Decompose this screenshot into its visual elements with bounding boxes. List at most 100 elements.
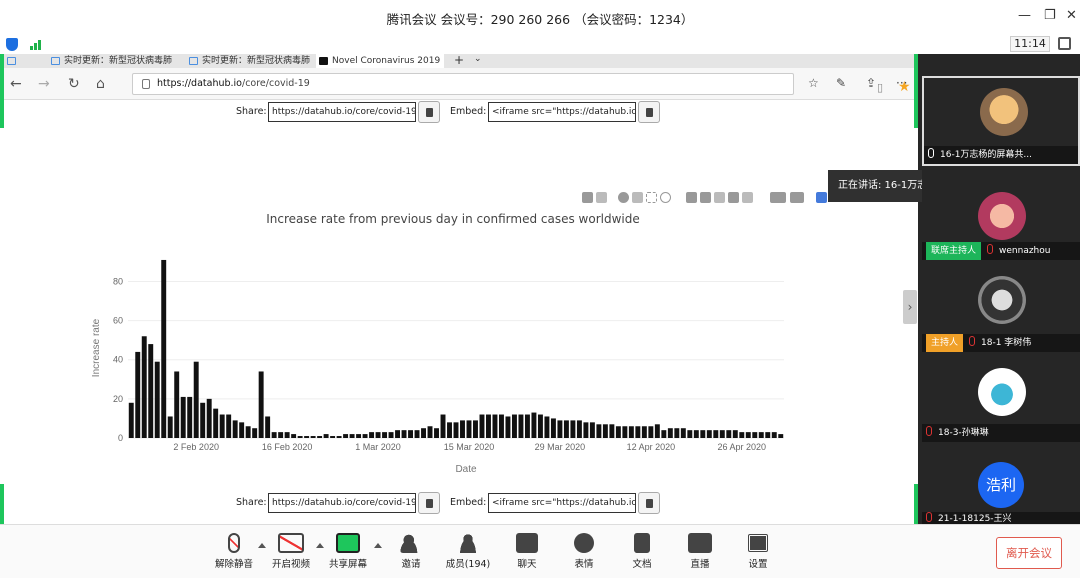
settings-button[interactable]: 设置 [734, 533, 782, 570]
y-tick-label: 80 [113, 276, 123, 286]
pan-icon[interactable] [632, 192, 643, 203]
share-options-caret[interactable] [374, 543, 382, 548]
security-shield-icon[interactable] [6, 38, 18, 51]
bar [200, 402, 206, 438]
video-options-caret[interactable] [316, 543, 324, 548]
new-tab-icon[interactable]: + [454, 53, 464, 67]
browser-address-bar: ← → ↻ ⌂ https://datahub.io/core/covid-19… [4, 68, 914, 100]
mic-muted-icon [926, 426, 932, 436]
zoom-in-icon[interactable] [686, 192, 697, 203]
autoscale-icon[interactable] [714, 192, 725, 203]
camera-off-icon [278, 533, 304, 553]
bar [583, 422, 589, 438]
browser-tab-active[interactable]: Novel Coronavirus 2019 [316, 54, 444, 68]
x-tick-label: 29 Mar 2020 [535, 442, 586, 452]
mic-muted-icon [228, 533, 240, 553]
participant-card[interactable]: 联席主持人 wennazhou [922, 170, 1080, 260]
zoom-icon[interactable] [618, 192, 629, 203]
browser-tab[interactable] [4, 54, 46, 68]
browser-tab[interactable]: 实时更新：新型冠状病毒肺 [48, 54, 184, 68]
lasso-icon[interactable] [660, 192, 671, 203]
bar [213, 408, 219, 438]
clipboard-icon [646, 108, 653, 117]
meeting-toolbar: 解除静音 开启视频 共享屏幕 邀请 成员(194) 聊天 表情 文档 直播 设置… [0, 524, 1080, 578]
pen-icon[interactable]: ✎ [836, 76, 846, 90]
clipboard-icon [426, 499, 433, 508]
invite-button[interactable]: 邀请 [387, 533, 435, 570]
participant-card[interactable]: 浩利 21-1-18125-王兴 [922, 454, 1080, 524]
clipboard-icon [646, 499, 653, 508]
more-icon[interactable]: ··· [896, 76, 907, 90]
embed-code-field[interactable]: <iframe src="https://datahub.io/cc [488, 102, 636, 122]
reset-axes-icon[interactable] [728, 192, 739, 203]
embed-code-field[interactable]: <iframe src="https://datahub.io/cc [488, 493, 636, 513]
home-icon[interactable]: ⌂ [96, 76, 105, 92]
chevron-down-icon[interactable]: ⌄ [474, 54, 482, 64]
hover-compare-icon[interactable] [790, 192, 804, 203]
close-icon[interactable]: ✕ [1066, 8, 1077, 23]
share-screen-button[interactable]: 共享屏幕 [324, 533, 372, 570]
bar [719, 430, 725, 438]
participant-card[interactable]: 18-3-孙琳琳 [922, 352, 1080, 442]
leave-meeting-button[interactable]: 离开会议 [996, 537, 1062, 569]
copy-share-button[interactable] [418, 101, 440, 123]
add-user-icon [400, 533, 422, 553]
participant-card[interactable]: 主持人 18-1 李树伟 [922, 262, 1080, 352]
hover-closest-icon[interactable] [770, 192, 786, 203]
copy-share-button[interactable] [418, 492, 440, 514]
bar [388, 432, 394, 438]
share-url-field[interactable]: https://datahub.io/core/covid-19/v [268, 102, 416, 122]
unmute-button[interactable]: 解除静音 [210, 533, 258, 570]
copy-embed-button[interactable] [638, 492, 660, 514]
bar [758, 432, 764, 438]
bar [700, 430, 706, 438]
page-icon [7, 57, 16, 65]
x-tick-label: 16 Feb 2020 [262, 442, 313, 452]
participant-card[interactable]: 16-1万志杨的屏幕共... [922, 76, 1080, 166]
members-button[interactable]: 成员(194) [444, 533, 492, 570]
chat-button[interactable]: 聊天 [503, 533, 551, 570]
bar [291, 434, 297, 438]
camera-icon[interactable] [582, 192, 593, 203]
fullscreen-icon[interactable] [1058, 37, 1071, 50]
documents-button[interactable]: 文档 [618, 533, 666, 570]
share-url-field[interactable]: https://datahub.io/core/covid-19/v [268, 493, 416, 513]
bar [128, 402, 134, 438]
bar [648, 426, 654, 438]
reading-view-icon[interactable]: ▯ [877, 78, 883, 98]
spike-lines-icon[interactable] [742, 192, 753, 203]
save-icon[interactable] [596, 192, 607, 203]
box-select-icon[interactable] [646, 192, 657, 203]
back-icon[interactable]: ← [10, 76, 22, 92]
restore-icon[interactable]: ❐ [1044, 8, 1056, 23]
bar [615, 426, 621, 438]
start-video-button[interactable]: 开启视频 [267, 533, 315, 570]
refresh-icon[interactable]: ↻ [68, 76, 80, 92]
favorites-icon[interactable]: ☆ [808, 76, 819, 90]
emoji-button[interactable]: 表情 [560, 533, 608, 570]
bar [239, 422, 245, 438]
bar [180, 396, 186, 438]
forward-icon[interactable]: → [38, 76, 50, 92]
meeting-clock: 11:14 [1010, 36, 1050, 52]
chart-title: Increase rate from previous day in confi… [266, 212, 640, 226]
document-icon [634, 533, 650, 553]
live-button[interactable]: 直播 [676, 533, 724, 570]
bar [745, 432, 751, 438]
minimize-icon[interactable]: — [1018, 8, 1031, 23]
bar [356, 434, 362, 438]
plotly-logo-icon[interactable] [816, 192, 827, 203]
network-signal-icon[interactable] [30, 38, 44, 50]
meeting-status-bar: 11:14 [0, 34, 1080, 54]
browser-tab[interactable]: 实时更新：新型冠状病毒肺 [186, 54, 314, 68]
bar [395, 430, 401, 438]
url-input[interactable]: https://datahub.io/core/covid-19 ▯ ★ [132, 73, 911, 95]
share-icon[interactable]: ⇪ [866, 76, 876, 90]
bar [343, 434, 349, 438]
zoom-out-icon[interactable] [700, 192, 711, 203]
mute-options-caret[interactable] [258, 543, 266, 548]
bar [622, 426, 628, 438]
copy-embed-button[interactable] [638, 101, 660, 123]
page-icon [189, 57, 198, 65]
collapse-sidebar-icon[interactable]: › [903, 290, 917, 324]
